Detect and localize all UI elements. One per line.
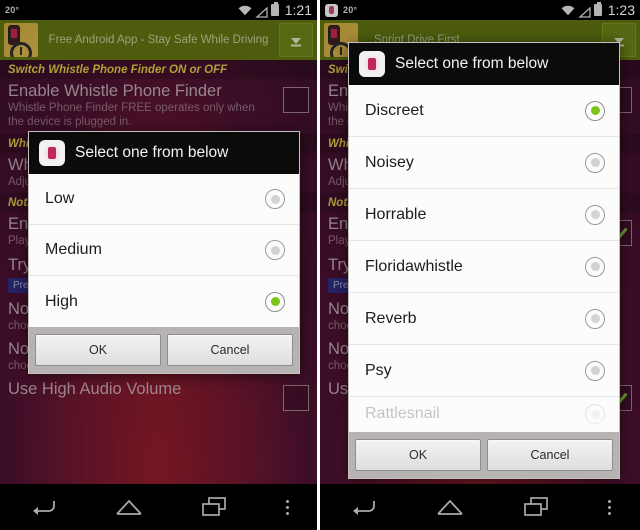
radio-button[interactable] — [265, 240, 285, 260]
whistle-app-icon — [359, 51, 385, 77]
option-label: Medium — [45, 241, 102, 258]
list-item[interactable]: Psy — [349, 345, 619, 397]
dialog-buttons: OK Cancel — [29, 327, 299, 373]
list-item[interactable]: Reverb — [349, 293, 619, 345]
phone-screen-right: 20° 1:23 Sprint Drive First Switch Whist… — [320, 0, 640, 530]
radio-button[interactable] — [585, 404, 605, 424]
cancel-button[interactable]: Cancel — [167, 334, 293, 366]
radio-button-selected[interactable] — [265, 291, 285, 312]
dialog-option-list[interactable]: Discreet Noisey Horrable Floridawhistle … — [349, 85, 619, 432]
list-item[interactable]: Horrable — [349, 189, 619, 241]
option-label: Horrable — [365, 205, 427, 223]
option-label: Low — [45, 190, 75, 207]
dialog-title-bar: Select one from below — [29, 132, 299, 174]
option-label: Floridawhistle — [365, 257, 463, 275]
dialog-title: Select one from below — [395, 55, 549, 72]
list-item[interactable]: Low — [29, 174, 299, 225]
option-label: High — [45, 292, 78, 310]
dialog-title-bar: Select one from below — [349, 43, 619, 85]
list-item[interactable]: Noisey — [349, 137, 619, 189]
option-label: Discreet — [365, 101, 424, 119]
option-label: Reverb — [365, 309, 417, 327]
dialog-title: Select one from below — [75, 144, 229, 161]
dialog-option-list[interactable]: Low Medium High — [29, 174, 299, 327]
radio-button[interactable] — [585, 308, 605, 329]
option-label: Noisey — [365, 153, 414, 171]
radio-button[interactable] — [265, 189, 285, 209]
phone-screen-left: 20° 1:21 Free Android App - Stay Safe Wh… — [0, 0, 320, 530]
option-label: Psy — [365, 361, 392, 379]
select-dialog-left: Select one from below Low Medium High OK — [28, 131, 300, 374]
list-item[interactable]: Floridawhistle — [349, 241, 619, 293]
radio-button-selected[interactable] — [585, 100, 605, 121]
radio-button[interactable] — [585, 152, 605, 173]
radio-button[interactable] — [585, 204, 605, 225]
ok-button[interactable]: OK — [355, 439, 481, 471]
whistle-app-icon — [39, 140, 65, 166]
ok-button[interactable]: OK — [35, 334, 161, 366]
select-dialog-right: Select one from below Discreet Noisey Ho… — [348, 42, 620, 479]
dialog-buttons: OK Cancel — [349, 432, 619, 478]
cancel-button[interactable]: Cancel — [487, 439, 613, 471]
list-item[interactable]: High — [29, 276, 299, 327]
screenshot-root: 20° 1:21 Free Android App - Stay Safe Wh… — [0, 0, 640, 530]
list-item[interactable]: Medium — [29, 225, 299, 276]
list-item[interactable]: Discreet — [349, 85, 619, 137]
radio-button[interactable] — [585, 256, 605, 277]
option-label: Rattlesnail — [365, 405, 440, 422]
radio-button[interactable] — [585, 360, 605, 381]
list-item-partial[interactable]: Rattlesnail — [349, 397, 619, 432]
